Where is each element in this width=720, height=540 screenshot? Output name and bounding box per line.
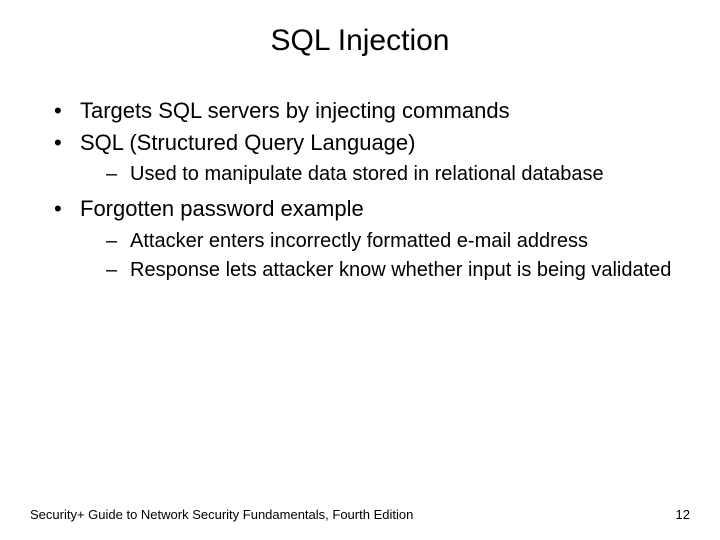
- bullet-text: Targets SQL servers by injecting command…: [80, 98, 510, 123]
- sub-bullet-text: Used to manipulate data stored in relati…: [130, 163, 604, 185]
- sub-bullet-text: Response lets attacker know whether inpu…: [130, 259, 671, 281]
- page-number: 12: [676, 507, 690, 522]
- footer-text: Security+ Guide to Network Security Fund…: [30, 507, 413, 522]
- sub-bullet-list: Used to manipulate data stored in relati…: [80, 161, 680, 188]
- slide-title: SQL Injection: [0, 0, 720, 78]
- slide-footer: Security+ Guide to Network Security Fund…: [30, 507, 690, 522]
- slide-content: Targets SQL servers by injecting command…: [0, 78, 720, 284]
- bullet-item: Targets SQL servers by injecting command…: [54, 96, 680, 126]
- sub-bullet-text: Attacker enters incorrectly formatted e-…: [130, 230, 588, 252]
- slide: SQL Injection Targets SQL servers by inj…: [0, 0, 720, 540]
- bullet-item: SQL (Structured Query Language) Used to …: [54, 128, 680, 189]
- bullet-item: Forgotten password example Attacker ente…: [54, 194, 680, 284]
- bullet-text: Forgotten password example: [80, 196, 364, 221]
- sub-bullet-item: Attacker enters incorrectly formatted e-…: [106, 228, 680, 255]
- sub-bullet-item: Response lets attacker know whether inpu…: [106, 257, 680, 284]
- sub-bullet-item: Used to manipulate data stored in relati…: [106, 161, 680, 188]
- bullet-text: SQL (Structured Query Language): [80, 130, 415, 155]
- sub-bullet-list: Attacker enters incorrectly formatted e-…: [80, 228, 680, 284]
- bullet-list: Targets SQL servers by injecting command…: [54, 96, 680, 284]
